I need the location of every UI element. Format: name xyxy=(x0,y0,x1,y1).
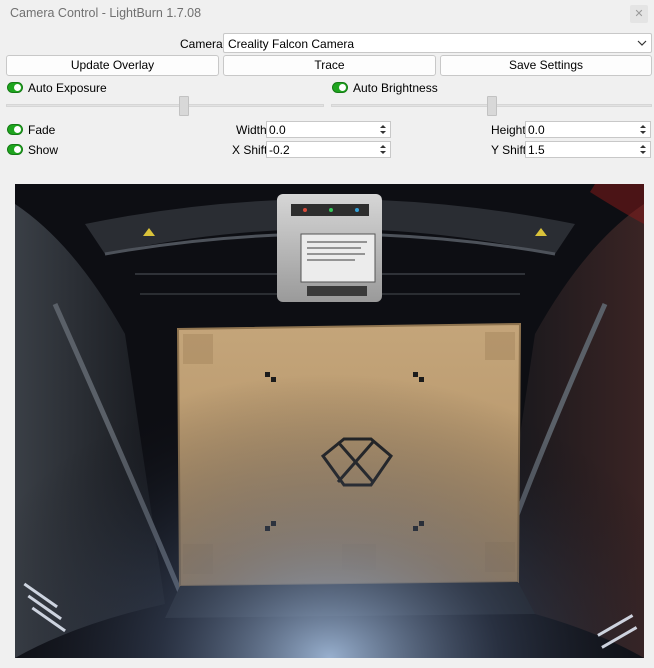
y-shift-value: 1.5 xyxy=(528,143,545,157)
auto-brightness-toggle[interactable] xyxy=(332,82,348,93)
window-title: Camera Control - LightBurn 1.7.08 xyxy=(10,6,202,20)
close-icon[interactable]: ✕ xyxy=(630,5,648,23)
fade-toggle[interactable] xyxy=(7,124,23,135)
camera-feed-image xyxy=(15,184,644,658)
y-shift-label: Y Shift xyxy=(491,143,527,157)
spin-arrows-icon[interactable] xyxy=(378,123,388,136)
y-shift-spinbox[interactable]: 1.5 xyxy=(525,141,651,158)
spin-arrows-icon[interactable] xyxy=(378,143,388,156)
x-shift-value: -0.2 xyxy=(269,143,290,157)
camera-view[interactable] xyxy=(15,184,644,658)
camera-select-value: Creality Falcon Camera xyxy=(228,37,355,51)
camera-label: Camera: xyxy=(180,37,227,51)
height-spinbox[interactable]: 0.0 xyxy=(525,121,651,138)
auto-exposure-toggle[interactable] xyxy=(7,82,23,93)
width-label: Width xyxy=(236,123,267,137)
brightness-slider[interactable] xyxy=(331,96,652,116)
height-label: Height xyxy=(491,123,526,137)
exposure-slider-handle[interactable] xyxy=(179,96,189,116)
chevron-down-icon xyxy=(637,40,647,46)
show-label: Show xyxy=(28,143,59,157)
spin-arrows-icon[interactable] xyxy=(638,123,648,136)
save-settings-button[interactable]: Save Settings xyxy=(440,55,652,76)
show-toggle[interactable] xyxy=(7,144,23,155)
auto-exposure-label: Auto Exposure xyxy=(28,81,107,95)
update-overlay-button[interactable]: Update Overlay xyxy=(6,55,219,76)
camera-select[interactable]: Creality Falcon Camera xyxy=(223,33,652,53)
brightness-slider-handle[interactable] xyxy=(487,96,497,116)
width-value: 0.0 xyxy=(269,123,286,137)
exposure-slider-track xyxy=(6,104,324,107)
title-bar: Camera Control - LightBurn 1.7.08 ✕ xyxy=(0,0,654,28)
exposure-slider[interactable] xyxy=(6,96,324,116)
width-spinbox[interactable]: 0.0 xyxy=(266,121,391,138)
auto-brightness-label: Auto Brightness xyxy=(353,81,438,95)
x-shift-label: X Shift xyxy=(232,143,268,157)
fade-label: Fade xyxy=(28,123,56,137)
trace-button[interactable]: Trace xyxy=(223,55,436,76)
spin-arrows-icon[interactable] xyxy=(638,143,648,156)
height-value: 0.0 xyxy=(528,123,545,137)
x-shift-spinbox[interactable]: -0.2 xyxy=(266,141,391,158)
